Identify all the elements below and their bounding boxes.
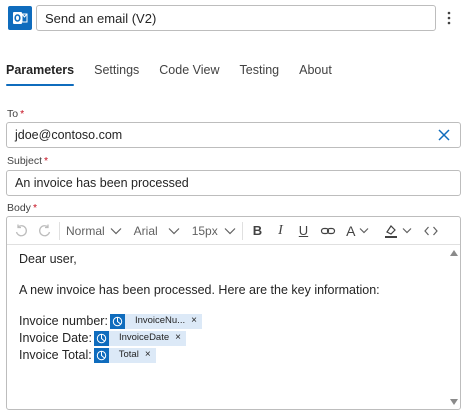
invoice-number-line: Invoice number: InvoiceNu... × bbox=[19, 313, 446, 329]
action-header: Send an email (V2) bbox=[8, 5, 460, 31]
chevron-down-icon bbox=[110, 227, 122, 234]
editor-content[interactable]: Dear user, A new invoice has been proces… bbox=[19, 251, 446, 364]
underline-icon[interactable]: U bbox=[299, 220, 308, 242]
dynamic-content-token[interactable]: Total × bbox=[93, 347, 156, 363]
tab-testing[interactable]: Testing bbox=[240, 58, 280, 86]
dynamic-content-token[interactable]: InvoiceNu... × bbox=[109, 313, 202, 329]
remove-token-icon[interactable]: × bbox=[173, 330, 186, 346]
close-icon[interactable] bbox=[436, 127, 452, 143]
toolbar-divider bbox=[59, 221, 60, 240]
font-dropdown[interactable]: Arial bbox=[134, 220, 180, 242]
invoice-date-label: Invoice Date: bbox=[19, 331, 92, 345]
token-label: Total bbox=[118, 349, 139, 360]
token-label: InvoiceNu... bbox=[134, 315, 186, 326]
link-icon[interactable] bbox=[320, 220, 336, 242]
chevron-down-icon bbox=[168, 227, 180, 234]
font-value: Arial bbox=[133, 223, 158, 238]
paragraph-style-value: Normal bbox=[66, 223, 105, 238]
dynamic-content-icon bbox=[93, 347, 109, 363]
chevron-down-icon bbox=[359, 228, 368, 234]
body-editor[interactable]: Normal Arial 15px B I U A Dear user, A n… bbox=[6, 216, 461, 410]
scroll-up-icon[interactable] bbox=[450, 250, 458, 256]
more-vertical-icon[interactable] bbox=[438, 7, 460, 29]
invoice-date-line: Invoice Date: InvoiceDate × bbox=[19, 330, 446, 346]
font-color-icon[interactable]: A bbox=[346, 220, 368, 242]
subject-field[interactable]: An invoice has been processed bbox=[6, 170, 461, 196]
tab-about[interactable]: About bbox=[299, 58, 332, 86]
outlook-icon bbox=[8, 6, 32, 30]
remove-token-icon[interactable]: × bbox=[189, 313, 202, 329]
redo-icon[interactable] bbox=[37, 220, 53, 242]
tab-code-view[interactable]: Code View bbox=[159, 58, 219, 86]
action-title-input[interactable]: Send an email (V2) bbox=[36, 5, 436, 31]
token-label: InvoiceDate bbox=[118, 332, 170, 343]
dynamic-content-icon bbox=[109, 313, 125, 329]
italic-icon[interactable]: I bbox=[278, 220, 283, 242]
subject-value: An invoice has been processed bbox=[15, 176, 189, 190]
chevron-down-icon bbox=[402, 228, 411, 234]
required-mark: * bbox=[20, 108, 25, 120]
greeting-text: Dear user, bbox=[19, 252, 77, 266]
code-view-icon[interactable] bbox=[423, 220, 438, 242]
rich-text-toolbar: Normal Arial 15px B I U A bbox=[7, 217, 460, 245]
toolbar-divider bbox=[241, 221, 243, 240]
font-size-dropdown[interactable]: 15px bbox=[192, 220, 236, 242]
body-label: Body * bbox=[7, 202, 37, 214]
subject-label: Subject * bbox=[7, 155, 48, 167]
invoice-total-line: Invoice Total: Total × bbox=[19, 347, 446, 363]
scroll-down-icon[interactable] bbox=[450, 399, 458, 405]
dynamic-content-icon bbox=[93, 330, 109, 346]
chevron-down-icon bbox=[224, 227, 236, 234]
tab-parameters[interactable]: Parameters bbox=[6, 58, 75, 86]
subject-label-text: Subject bbox=[7, 155, 43, 167]
bold-icon[interactable]: B bbox=[253, 220, 262, 242]
highlight-icon[interactable] bbox=[383, 220, 412, 242]
required-mark: * bbox=[32, 202, 38, 214]
tab-bar: Parameters Settings Code View Testing Ab… bbox=[6, 58, 352, 86]
tab-settings[interactable]: Settings bbox=[94, 58, 139, 86]
to-label-text: To bbox=[7, 108, 19, 120]
intro-text: A new invoice has been processed. Here a… bbox=[19, 283, 380, 297]
editor-scrollbar[interactable] bbox=[448, 246, 460, 409]
to-field[interactable]: jdoe@contoso.com bbox=[6, 122, 461, 148]
paragraph-style-dropdown[interactable]: Normal bbox=[66, 220, 122, 242]
required-mark: * bbox=[44, 155, 49, 167]
remove-token-icon[interactable]: × bbox=[143, 347, 156, 363]
body-label-text: Body bbox=[7, 202, 31, 214]
dynamic-content-token[interactable]: InvoiceDate × bbox=[93, 330, 186, 346]
invoice-total-label: Invoice Total: bbox=[19, 348, 92, 362]
action-title-text: Send an email (V2) bbox=[45, 10, 157, 26]
undo-icon[interactable] bbox=[13, 220, 29, 242]
font-size-value: 15px bbox=[191, 223, 218, 238]
to-label: To * bbox=[7, 108, 24, 120]
to-value: jdoe@contoso.com bbox=[15, 128, 123, 142]
invoice-number-label: Invoice number: bbox=[19, 314, 108, 328]
